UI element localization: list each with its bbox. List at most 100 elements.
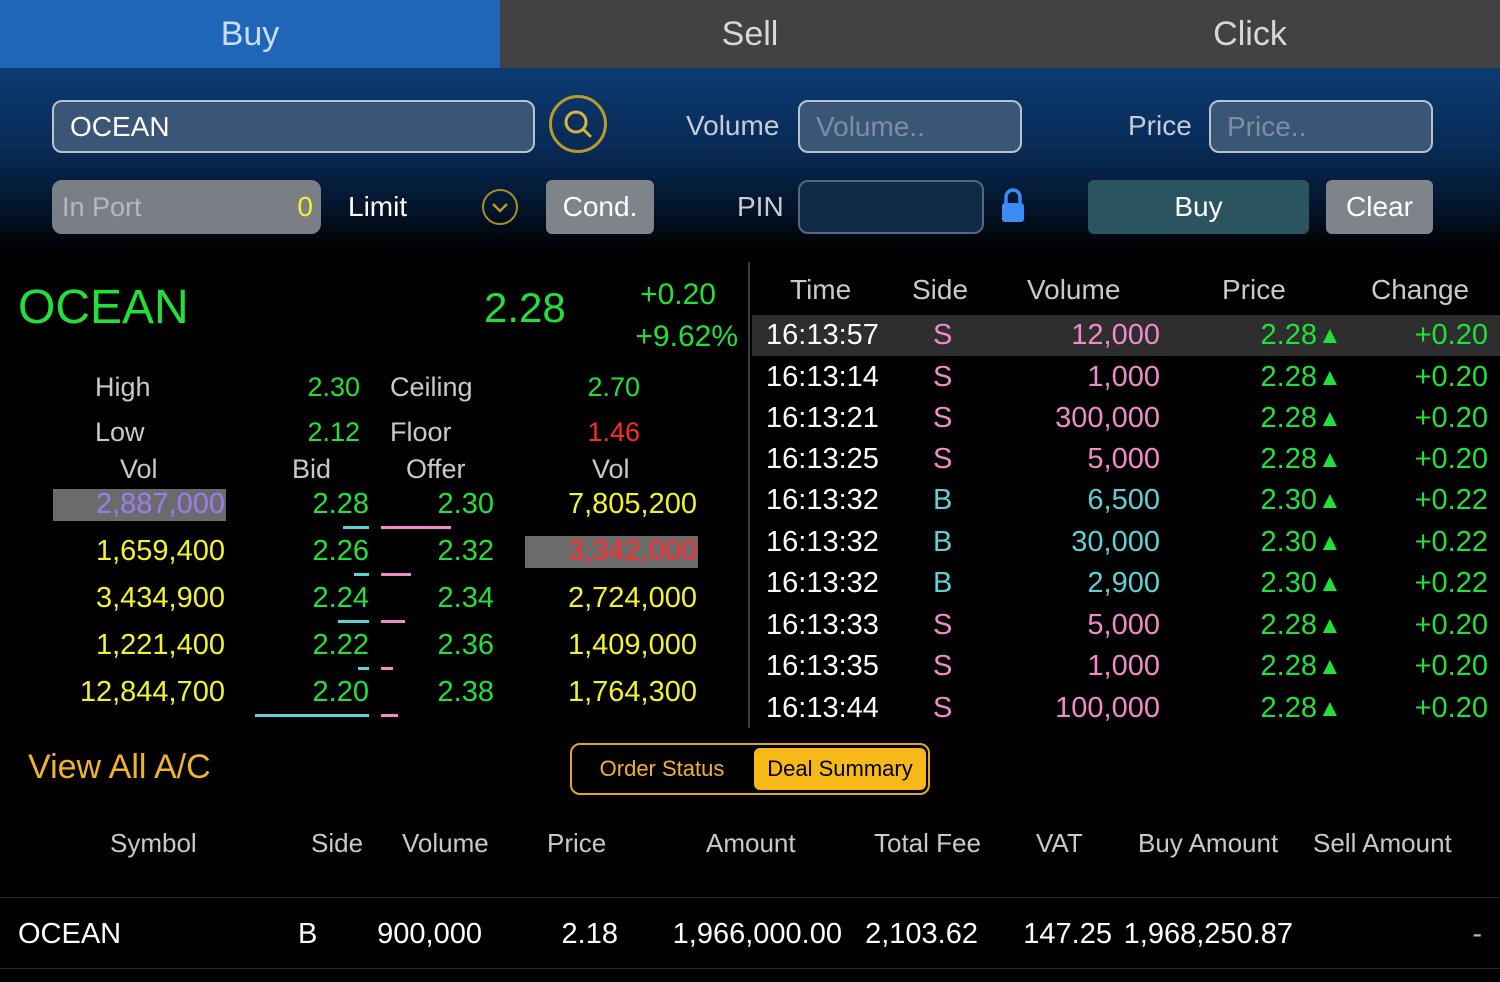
summary-segmented-control: Order Status Deal Summary [570, 743, 930, 795]
tab-sell[interactable]: Sell [500, 0, 1000, 68]
deal-buy-amount: 1,968,250.87 [1123, 918, 1293, 950]
offer-depth-bar [381, 573, 411, 576]
offer-depth-bar [381, 526, 451, 529]
ticker-price: 2.28 [1260, 402, 1317, 434]
in-port-label: In Port [62, 191, 142, 222]
order-type-select[interactable]: Limit [348, 191, 407, 223]
ticker-change: +0.20 [1414, 609, 1488, 641]
ticker-change: +0.20 [1414, 650, 1488, 682]
up-arrow-icon: ▲ [1318, 529, 1342, 556]
offer-depth-bar [381, 620, 405, 623]
ticker-change: +0.20 [1414, 443, 1488, 475]
ticker-time: 16:13:32 [766, 526, 879, 558]
deal-total-fee: 2,103.62 [865, 918, 978, 950]
book-bid-vol: 2,887,000 [95, 488, 225, 520]
view-all-accounts-link[interactable]: View All A/C [28, 748, 211, 787]
ticker-price: 2.28 [1260, 361, 1317, 393]
ticker-side: S [933, 402, 953, 434]
deal-sell-amount: - [1472, 918, 1482, 950]
price-input[interactable]: Price.. [1209, 100, 1433, 153]
tab-buy[interactable]: Buy [0, 0, 500, 68]
book-offer-price: 2.36 [437, 629, 494, 661]
book-offer-price: 2.32 [437, 535, 494, 567]
ticker-volume: 30,000 [1071, 526, 1160, 558]
offer-depth-bar [381, 667, 393, 670]
ticker-side: S [933, 692, 953, 724]
ticker-row: 16:13:25 S 5,000 2.28 ▲ +0.20 [752, 439, 1500, 480]
ticker-row: 16:13:44 S 100,000 2.28 ▲ +0.20 [752, 688, 1500, 729]
up-arrow-icon: ▲ [1318, 487, 1342, 514]
ticker-change: +0.22 [1414, 484, 1488, 516]
ticker-row: 16:13:32 B 30,000 2.30 ▲ +0.22 [752, 522, 1500, 563]
book-bid-price: 2.28 [312, 488, 369, 520]
ticker-time: 16:13:35 [766, 650, 879, 682]
book-bid-vol: 3,434,900 [95, 582, 225, 614]
ceiling-label: Ceiling [390, 372, 473, 402]
order-status-segment[interactable]: Order Status [572, 745, 752, 793]
bid-depth-bar [255, 714, 369, 717]
tab-click[interactable]: Click [1000, 0, 1500, 68]
ticker-row: 16:13:14 S 1,000 2.28 ▲ +0.20 [752, 357, 1500, 398]
symbol-input[interactable]: OCEAN [52, 100, 535, 153]
quote-symbol: OCEAN [18, 281, 189, 334]
search-icon[interactable] [549, 95, 607, 153]
ticker-side: S [933, 609, 953, 641]
offer-vol-header: Vol [592, 454, 630, 484]
volume-input[interactable]: Volume.. [798, 100, 1022, 153]
ticker-price: 2.30 [1260, 484, 1317, 516]
ticker-time: 16:13:21 [766, 402, 879, 434]
ticker-volume: 300,000 [1055, 402, 1160, 434]
book-offer-vol: 2,724,000 [567, 582, 697, 614]
ticker-time: 16:13:44 [766, 692, 879, 724]
bid-depth-bar [338, 620, 369, 623]
book-offer-price: 2.30 [437, 488, 494, 520]
up-arrow-icon: ▲ [1318, 405, 1342, 432]
book-bid-price: 2.26 [312, 535, 369, 567]
ticker-price: 2.28 [1260, 609, 1317, 641]
order-tabbar: Buy Sell Click [0, 0, 1500, 68]
col-header-volume: Volume [402, 828, 489, 858]
ticker-row: 16:13:33 S 5,000 2.28 ▲ +0.20 [752, 605, 1500, 646]
bid-depth-bar [343, 526, 369, 529]
ticker-change: +0.22 [1414, 567, 1488, 599]
cond-button[interactable]: Cond. [546, 180, 654, 234]
clear-button[interactable]: Clear [1326, 180, 1433, 234]
quote-change-pct: +9.62% [635, 320, 738, 353]
up-arrow-icon: ▲ [1318, 612, 1342, 639]
up-arrow-icon: ▲ [1318, 570, 1342, 597]
ticker-time: 16:13:32 [766, 567, 879, 599]
ticker-volume: 12,000 [1071, 319, 1160, 351]
ticker-volume-header: Volume [1027, 274, 1121, 305]
ticker-volume: 5,000 [1087, 443, 1160, 475]
bid-depth-bar [358, 667, 369, 670]
ticker-row: 16:13:35 S 1,000 2.28 ▲ +0.20 [752, 646, 1500, 687]
ticker-time: 16:13:14 [766, 361, 879, 393]
pin-label: PIN [737, 191, 784, 222]
chevron-down-icon[interactable] [482, 189, 518, 225]
ticker-side: S [933, 319, 953, 351]
col-header-amount: Amount [706, 828, 796, 858]
ticker-side: S [933, 443, 953, 475]
up-arrow-icon: ▲ [1318, 695, 1342, 722]
ticker-volume: 5,000 [1087, 609, 1160, 641]
book-bid-price: 2.20 [312, 676, 369, 708]
deal-summary-segment[interactable]: Deal Summary [754, 748, 926, 790]
ticker-time: 16:13:32 [766, 484, 879, 516]
ticker-price-header: Price [1222, 274, 1286, 305]
up-arrow-icon: ▲ [1318, 322, 1342, 349]
offer-depth-bar [381, 714, 398, 717]
pin-input[interactable] [798, 180, 984, 234]
buy-button[interactable]: Buy [1088, 180, 1309, 234]
quote-last-price: 2.28 [484, 284, 566, 331]
volume-label: Volume [686, 110, 780, 141]
book-offer-vol: 7,805,200 [567, 488, 697, 520]
floor-label: Floor [390, 417, 452, 447]
col-header-symbol: Symbol [110, 828, 197, 858]
ticker-price: 2.28 [1260, 650, 1317, 682]
up-arrow-icon: ▲ [1318, 364, 1342, 391]
floor-value: 1.46 [587, 417, 640, 447]
book-bid-price: 2.24 [312, 582, 369, 614]
table-divider [0, 897, 1500, 898]
ticker-change: +0.20 [1414, 361, 1488, 393]
ticker-change-header: Change [1371, 274, 1470, 305]
